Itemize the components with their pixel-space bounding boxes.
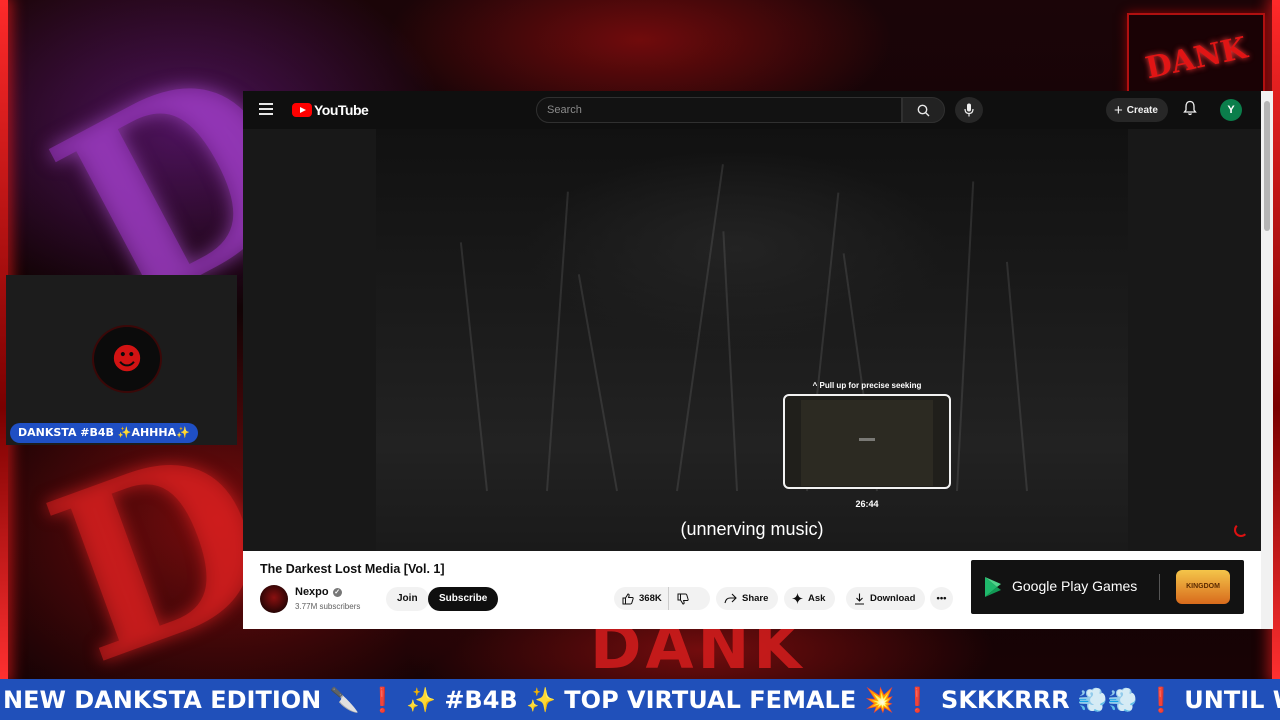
video-grass-stroke — [676, 164, 724, 492]
search-input[interactable]: Search — [536, 97, 902, 123]
search-icon — [917, 104, 930, 116]
ad-text: Google Play Games — [1012, 578, 1138, 594]
ask-label: Ask — [808, 593, 826, 604]
seek-preview-frame — [801, 400, 933, 486]
like-dislike-group: 368K — [614, 587, 710, 610]
video-grass-stroke — [546, 191, 569, 492]
channel-avatar[interactable] — [260, 585, 288, 613]
ad-game-logo: KINGDOM — [1176, 570, 1230, 604]
corner-logo-text: DANK — [1142, 30, 1250, 86]
microphone-icon — [964, 103, 974, 117]
google-play-games-icon — [985, 577, 1001, 597]
streamer-avatar: ☻ — [92, 325, 162, 393]
video-player[interactable]: ^ Pull up for precise seeking 26:44 (unn… — [376, 129, 1128, 551]
thumbs-down-icon — [677, 593, 689, 605]
channel-name[interactable]: Nexpo — [295, 586, 329, 598]
ticker-text: NEW DANKSTA EDITION 🔪 ❗ ✨ #B4B ✨ TOP VIR… — [3, 686, 1280, 714]
stream-ticker: NEW DANKSTA EDITION 🔪 ❗ ✨ #B4B ✨ TOP VIR… — [0, 679, 1280, 720]
video-title: The Darkest Lost Media [Vol. 1] — [260, 562, 445, 576]
dislike-button[interactable] — [669, 587, 697, 610]
video-grass-stroke — [1005, 261, 1028, 492]
account-avatar[interactable]: Y — [1220, 99, 1242, 121]
channel-name-row[interactable]: Nexpo ✓ — [295, 586, 342, 598]
like-button[interactable]: 368K — [614, 587, 669, 610]
youtube-play-icon — [292, 103, 312, 117]
sparkle-icon — [792, 593, 803, 604]
share-arrow-icon — [724, 593, 737, 604]
share-button[interactable]: Share — [716, 587, 779, 610]
corner-stream-logo: DANK — [1127, 13, 1265, 103]
search-button[interactable] — [902, 97, 945, 123]
seek-hint-label: ^ Pull up for precise seeking — [812, 381, 922, 390]
seek-preview-detail — [859, 438, 875, 441]
ad-divider — [1159, 574, 1160, 600]
notifications-button[interactable] — [1183, 100, 1201, 120]
loading-indicator-icon — [1234, 523, 1248, 537]
share-label: Share — [742, 593, 769, 604]
download-icon — [855, 593, 864, 605]
youtube-logo-text: YouTube — [314, 102, 369, 118]
video-info-panel: The Darkest Lost Media [Vol. 1] Nexpo ✓ … — [243, 551, 1261, 629]
hamburger-menu-icon[interactable] — [259, 103, 273, 115]
ask-button[interactable]: Ask — [784, 587, 836, 610]
video-caption: (unnerving music) — [680, 519, 824, 539]
video-grass-stroke — [722, 231, 738, 492]
seek-preview-thumbnail — [783, 394, 951, 489]
streamer-name-tag: DANKSTA #B4B ✨AHHHA✨ — [10, 423, 198, 443]
subscribe-button[interactable]: Subscribe — [428, 587, 499, 611]
bell-icon — [1183, 100, 1197, 116]
create-button[interactable]: + Create — [1106, 98, 1168, 122]
page-scrollbar[interactable] — [1261, 91, 1273, 629]
subscriber-count: 3.77M subscribers — [295, 602, 361, 611]
scrollbar-thumb[interactable] — [1264, 101, 1270, 231]
video-grass-stroke — [956, 181, 975, 492]
more-horizontal-icon: ••• — [936, 593, 947, 604]
verified-icon: ✓ — [332, 587, 342, 597]
youtube-logo[interactable]: YouTube — [292, 102, 369, 118]
create-label: Create — [1126, 104, 1158, 116]
join-button[interactable]: Join — [386, 587, 429, 611]
like-count: 368K — [639, 593, 662, 604]
webcam-panel: ☻ — [6, 275, 237, 445]
download-button[interactable]: Download — [846, 587, 926, 610]
thumbs-up-icon — [622, 592, 634, 604]
youtube-header: YouTube Search + Create Y — [243, 91, 1273, 129]
more-actions-button[interactable]: ••• — [930, 587, 953, 610]
right-edge-glow — [1272, 0, 1280, 680]
youtube-window: YouTube Search + Create Y ^ Pull up for … — [243, 91, 1273, 629]
plus-icon: + — [1114, 101, 1123, 119]
voice-search-button[interactable] — [955, 97, 983, 123]
video-grass-stroke — [459, 242, 488, 492]
download-label: Download — [870, 593, 916, 604]
seek-time-label: 26:44 — [855, 499, 879, 509]
devil-mascot-icon: ☻ — [111, 341, 143, 377]
video-grass-stroke — [577, 274, 618, 492]
ad-banner[interactable]: Google Play Games KINGDOM — [971, 560, 1244, 614]
